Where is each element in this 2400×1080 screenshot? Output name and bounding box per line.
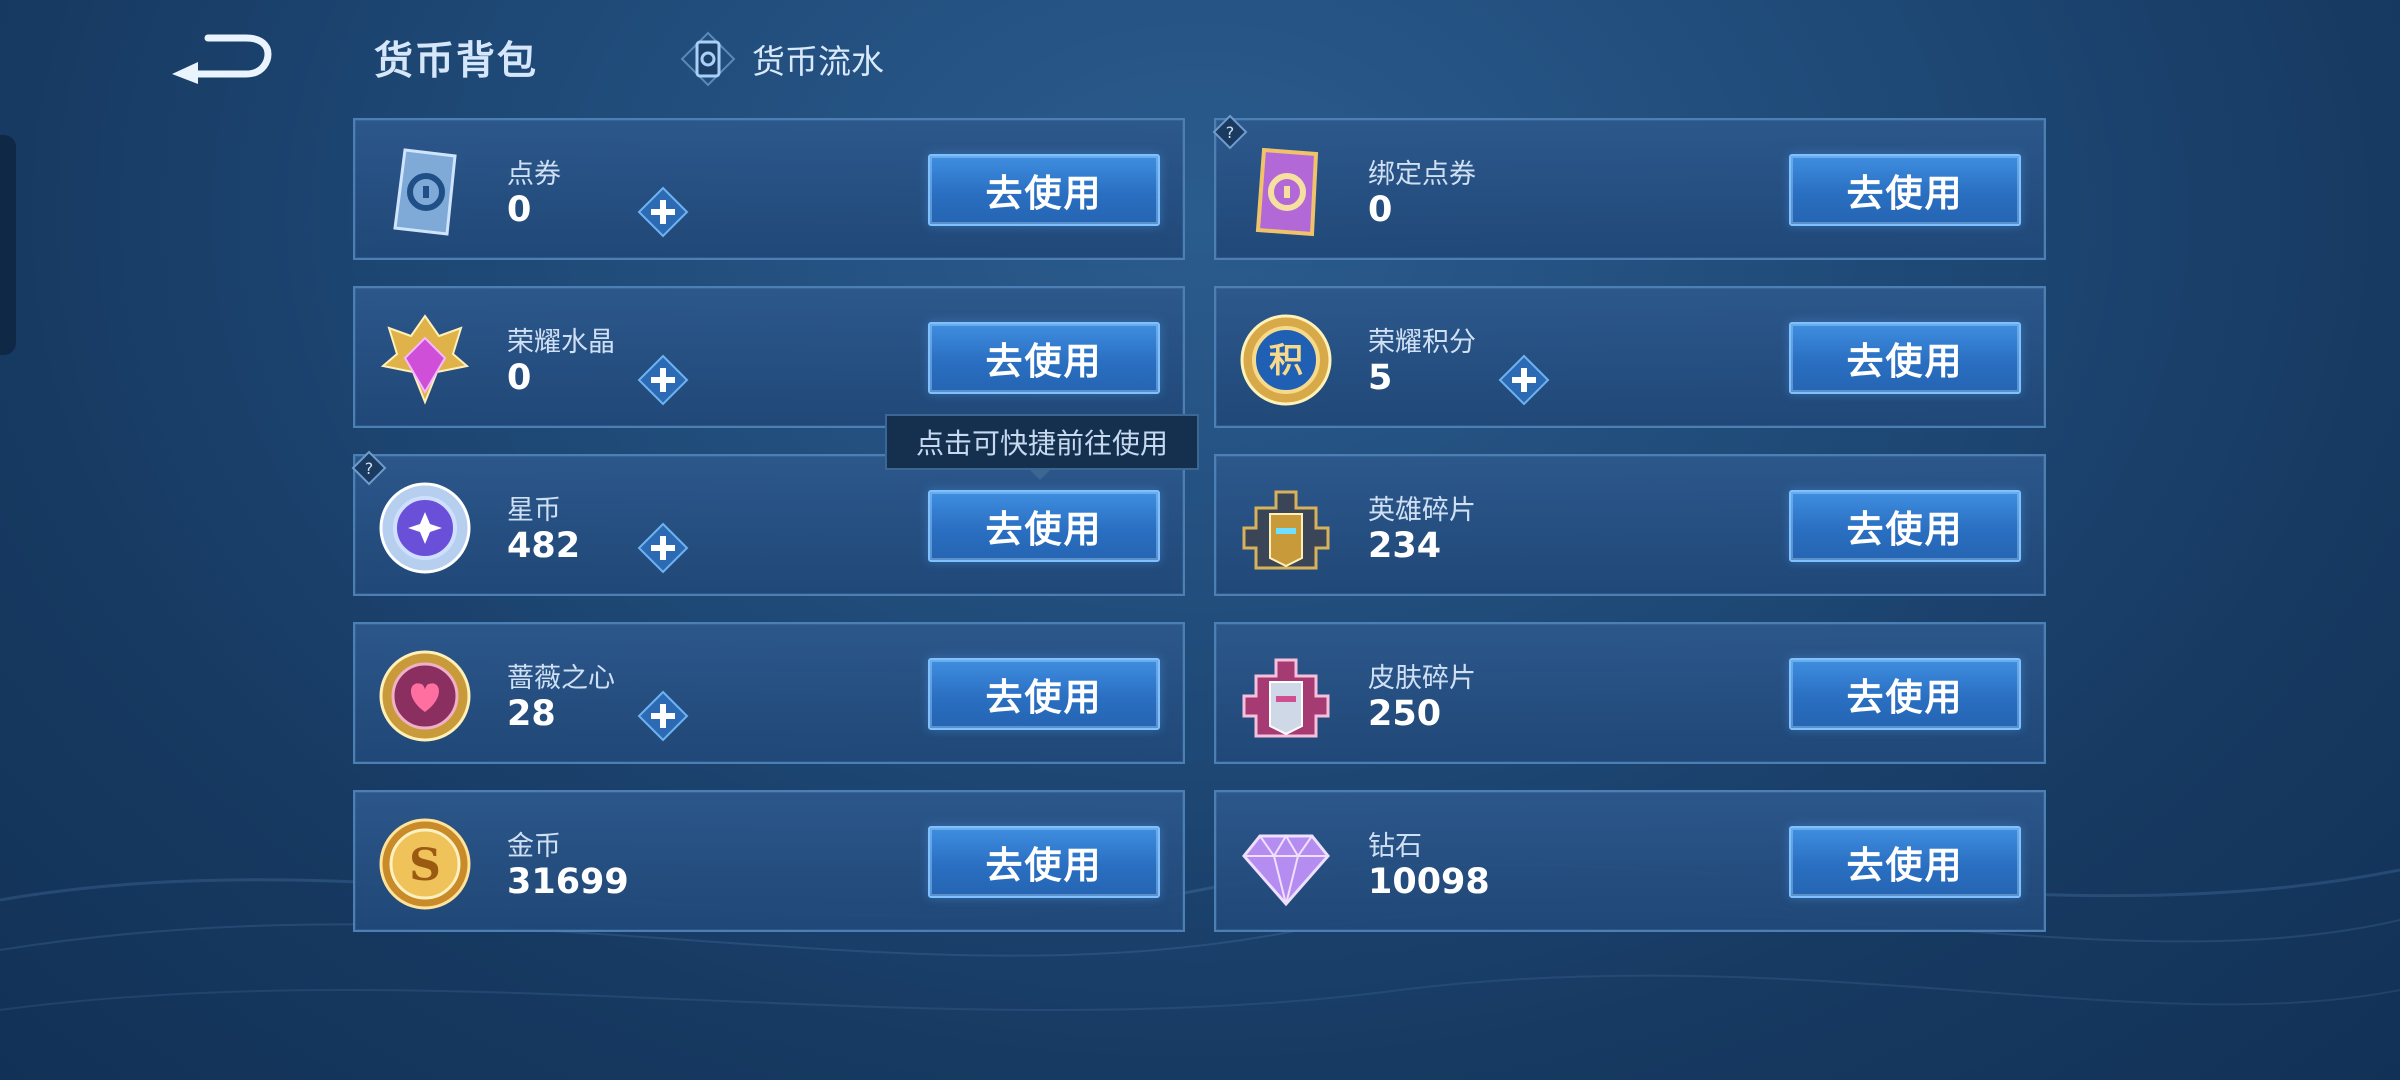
currency-card-ticket: 点券 0 去使用 — [353, 118, 1185, 260]
bound-ticket-icon — [1255, 147, 1319, 237]
svg-text:积: 积 — [1269, 341, 1303, 381]
back-arrow-icon — [172, 34, 272, 84]
currency-card-glory-crystal: 荣耀水晶 0 去使用 — [353, 286, 1185, 428]
use-button[interactable]: 去使用 — [928, 658, 1160, 730]
use-button[interactable]: 去使用 — [1789, 154, 2021, 226]
add-plus-icon[interactable] — [637, 186, 689, 238]
currency-name: 星币 — [507, 495, 561, 526]
use-button[interactable]: 去使用 — [928, 322, 1160, 394]
currency-name: 皮肤碎片 — [1368, 663, 1476, 694]
currency-card-diamond: 钻石 10098 去使用 — [1214, 790, 2046, 932]
currency-count: 0 — [1368, 190, 1393, 230]
currency-count: 0 — [507, 358, 532, 398]
add-plus-icon[interactable] — [637, 522, 689, 574]
back-button[interactable] — [168, 28, 274, 84]
skin-fragment-icon — [1242, 658, 1330, 738]
currency-name: 绑定点券 — [1368, 159, 1476, 190]
glory-points-icon: 积 — [1240, 314, 1332, 406]
currency-card-star-coin: ? 星币 482 去使用 — [351, 450, 1185, 596]
star-coin-icon — [379, 482, 471, 574]
currency-name: 英雄碎片 — [1368, 495, 1476, 526]
currency-name: 荣耀水晶 — [507, 327, 615, 358]
currency-card-glory-points: 积 荣耀积分 5 去使用 — [1214, 286, 2046, 428]
currency-count: 5 — [1368, 358, 1393, 398]
side-edge-tab — [0, 135, 16, 355]
currency-card-bound-ticket: ? 绑定点券 0 去使用 — [1212, 114, 2046, 260]
add-plus-icon[interactable] — [637, 690, 689, 742]
currency-name: 金币 — [507, 831, 561, 862]
currency-count: 250 — [1368, 694, 1442, 734]
use-button[interactable]: 去使用 — [928, 826, 1160, 898]
currency-count: 10098 — [1368, 862, 1490, 902]
use-button[interactable]: 去使用 — [1789, 826, 2021, 898]
currency-flow-label: 货币流水 — [752, 42, 884, 81]
header: 货币背包 货币流水 — [0, 0, 2400, 120]
currency-count: 482 — [507, 526, 581, 566]
currency-count: 0 — [507, 190, 532, 230]
currency-card-rose-heart: 蔷薇之心 28 去使用 — [353, 622, 1185, 764]
currency-card-hero-fragment: 英雄碎片 234 去使用 — [1214, 454, 2046, 596]
gold-coin-icon: S — [379, 818, 471, 910]
currency-count: 31699 — [507, 862, 629, 902]
svg-text:?: ? — [1226, 123, 1235, 142]
currency-card-skin-fragment: 皮肤碎片 250 去使用 — [1214, 622, 2046, 764]
currency-name: 荣耀积分 — [1368, 327, 1476, 358]
currency-name: 点券 — [507, 159, 561, 190]
rose-heart-icon — [379, 650, 471, 742]
currency-name: 钻石 — [1368, 831, 1422, 862]
use-button[interactable]: 去使用 — [1789, 658, 2021, 730]
ticket-icon — [393, 148, 457, 236]
svg-text:?: ? — [365, 459, 374, 478]
use-button[interactable]: 去使用 — [928, 490, 1160, 562]
glory-crystal-icon — [380, 314, 470, 405]
currency-name: 蔷薇之心 — [507, 663, 615, 694]
add-plus-icon[interactable] — [637, 354, 689, 406]
page-title: 货币背包 — [374, 39, 539, 84]
use-button[interactable]: 去使用 — [1789, 322, 2021, 394]
add-plus-icon[interactable] — [1498, 354, 1550, 406]
currency-count: 28 — [507, 694, 556, 734]
use-button[interactable]: 去使用 — [928, 154, 1160, 226]
svg-text:S: S — [409, 840, 441, 891]
currency-card-gold-coin: S 金币 31699 去使用 — [353, 790, 1185, 932]
use-button[interactable]: 去使用 — [1789, 490, 2021, 562]
tooltip-arrow — [1028, 468, 1052, 480]
currency-flow-link[interactable]: 货币流水 — [680, 31, 884, 87]
currency-flow-icon — [680, 31, 736, 87]
diamond-icon — [1242, 834, 1330, 907]
hero-fragment-icon — [1242, 490, 1330, 570]
currency-count: 234 — [1368, 526, 1442, 566]
tooltip: 点击可快捷前往使用 — [885, 414, 1199, 470]
